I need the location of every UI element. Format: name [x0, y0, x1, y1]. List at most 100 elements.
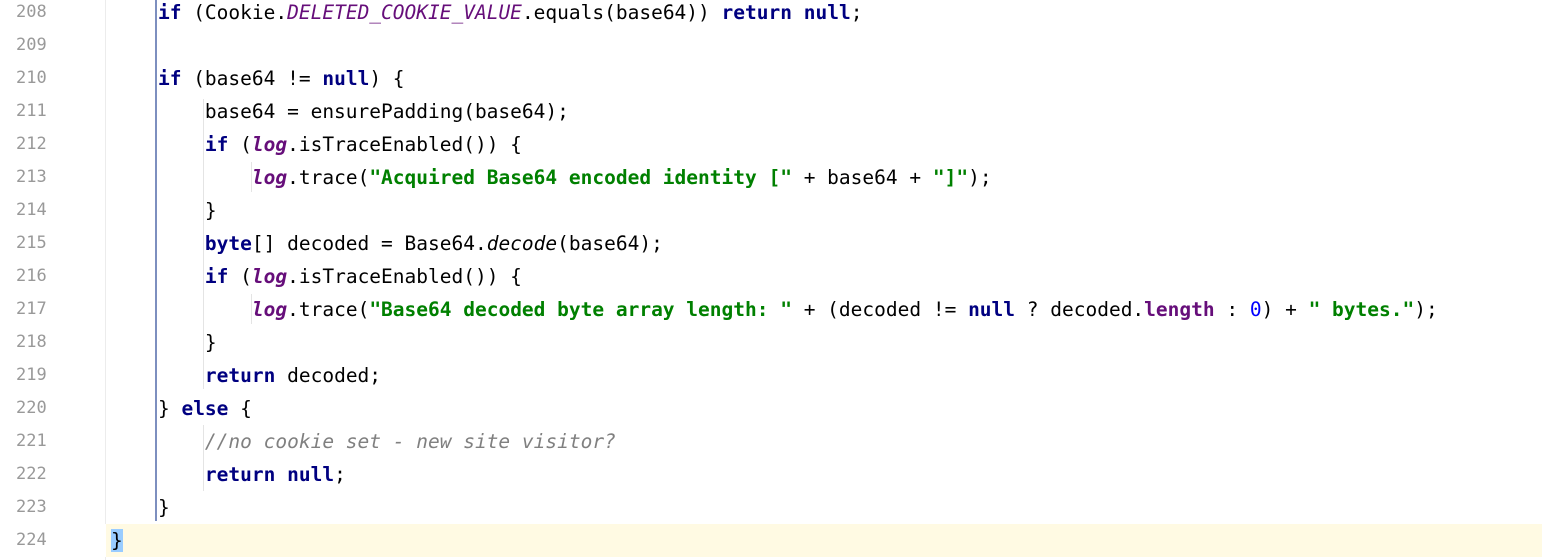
code-token: } — [111, 496, 170, 519]
code-editor[interactable]: 208 if (Cookie.DELETED_COOKIE_VALUE.equa… — [0, 0, 1542, 560]
code-token: .equals(base64)) — [521, 1, 722, 24]
code-token: //no cookie set - new site visitor? — [204, 430, 616, 453]
indent-guide — [203, 99, 204, 389]
code-text[interactable]: if (Cookie.DELETED_COOKIE_VALUE.equals(b… — [111, 0, 862, 29]
code-line[interactable]: 219 return decoded; — [0, 359, 1542, 392]
code-token: log — [251, 265, 288, 288]
line-number: 217 — [16, 299, 47, 319]
code-line[interactable]: 209 — [0, 29, 1542, 62]
code-text[interactable]: return decoded; — [111, 359, 381, 392]
code-token: if — [157, 67, 182, 90]
code-token: } — [111, 331, 217, 354]
code-token: .trace( — [287, 298, 370, 321]
code-token: (base64 != — [181, 67, 323, 90]
code-text[interactable]: } — [111, 194, 217, 227]
code-line[interactable]: 216 if (log.isTraceEnabled()) { — [0, 260, 1542, 293]
code-token: ; — [850, 1, 863, 24]
code-line[interactable]: 217 log.trace("Base64 decoded byte array… — [0, 293, 1542, 326]
line-number: 223 — [16, 497, 47, 517]
code-token: length — [1144, 298, 1215, 321]
code-text[interactable]: //no cookie set - new site visitor? — [111, 425, 616, 458]
code-line[interactable]: 224} — [0, 524, 1542, 557]
code-token: base64 = ensurePadding(base64); — [111, 100, 569, 123]
line-number: 211 — [16, 101, 47, 121]
code-token: log — [251, 133, 288, 156]
code-line[interactable]: 213 log.trace("Acquired Base64 encoded i… — [0, 161, 1542, 194]
code-token: ( — [228, 133, 252, 156]
code-text[interactable]: } — [111, 491, 170, 524]
code-token: return — [204, 364, 276, 387]
code-token: return — [204, 463, 276, 486]
code-token: DELETED_COOKIE_VALUE — [287, 1, 522, 24]
line-number: 215 — [16, 233, 47, 253]
code-line[interactable]: 221 //no cookie set - new site visitor? — [0, 425, 1542, 458]
code-line[interactable]: 210 if (base64 != null) { — [0, 62, 1542, 95]
code-line[interactable]: 218 } — [0, 326, 1542, 359]
line-number: 224 — [0, 524, 106, 557]
code-line[interactable]: 212 if (log.isTraceEnabled()) { — [0, 128, 1542, 161]
indent-guide — [203, 425, 204, 491]
code-text[interactable]: if (log.isTraceEnabled()) { — [111, 260, 522, 293]
code-text[interactable]: base64 = ensurePadding(base64); — [111, 95, 569, 128]
code-text[interactable]: } else { — [111, 392, 252, 425]
line-number: 220 — [16, 398, 47, 418]
code-line[interactable]: 222 return null; — [0, 458, 1542, 491]
code-text[interactable]: } — [111, 326, 217, 359]
code-text[interactable]: if (log.isTraceEnabled()) { — [111, 128, 522, 161]
line-number: 218 — [16, 332, 47, 352]
line-number: 212 — [16, 134, 47, 154]
code-token: .trace( — [287, 166, 370, 189]
code-text[interactable]: } — [111, 524, 123, 557]
code-text[interactable]: return null; — [111, 458, 346, 491]
code-token: null — [322, 67, 370, 90]
code-token: "Base64 decoded byte array length: " — [369, 298, 792, 321]
code-line[interactable]: 220 } else { — [0, 392, 1542, 425]
code-token: return — [721, 1, 792, 24]
line-number: 221 — [16, 431, 47, 451]
code-token: ); — [1414, 298, 1438, 321]
code-token: byte — [204, 232, 252, 255]
code-text[interactable]: byte[] decoded = Base64.decode(base64); — [111, 227, 663, 260]
line-number: 213 — [16, 167, 47, 187]
code-token: .isTraceEnabled()) { — [287, 265, 522, 288]
line-number: 219 — [16, 365, 47, 385]
code-token: + base64 + — [791, 166, 933, 189]
code-line[interactable]: 215 byte[] decoded = Base64.decode(base6… — [0, 227, 1542, 260]
indent-guide — [251, 162, 252, 192]
code-token: .isTraceEnabled()) { — [287, 133, 522, 156]
code-token: ); — [968, 166, 992, 189]
code-token: null — [968, 298, 1016, 321]
code-token: ? decoded. — [1015, 298, 1145, 321]
code-line[interactable]: 211 base64 = ensurePadding(base64); — [0, 95, 1542, 128]
code-token: decode — [486, 232, 558, 255]
code-token: } — [111, 397, 182, 420]
code-token: } — [111, 199, 217, 222]
line-number: 208 — [16, 2, 47, 22]
code-token: "]" — [932, 166, 969, 189]
code-token: ; — [334, 463, 346, 486]
code-text[interactable]: log.trace("Base64 decoded byte array len… — [111, 293, 1438, 326]
line-number: 222 — [16, 464, 47, 484]
active-scope-indent-guide — [155, 0, 157, 521]
code-line[interactable]: 208 if (Cookie.DELETED_COOKIE_VALUE.equa… — [0, 0, 1542, 29]
code-token: [] decoded = Base64. — [251, 232, 487, 255]
code-token: } — [111, 529, 123, 552]
code-token: " bytes." — [1308, 298, 1415, 321]
code-text[interactable]: log.trace("Acquired Base64 encoded ident… — [111, 161, 992, 194]
code-token: (base64); — [557, 232, 663, 255]
code-token: if — [157, 1, 182, 24]
code-line[interactable]: 214 } — [0, 194, 1542, 227]
code-line[interactable]: 223 } — [0, 491, 1542, 524]
code-token: log — [251, 166, 288, 189]
code-token: "Acquired Base64 encoded identity [" — [369, 166, 792, 189]
code-token: else — [181, 397, 229, 420]
